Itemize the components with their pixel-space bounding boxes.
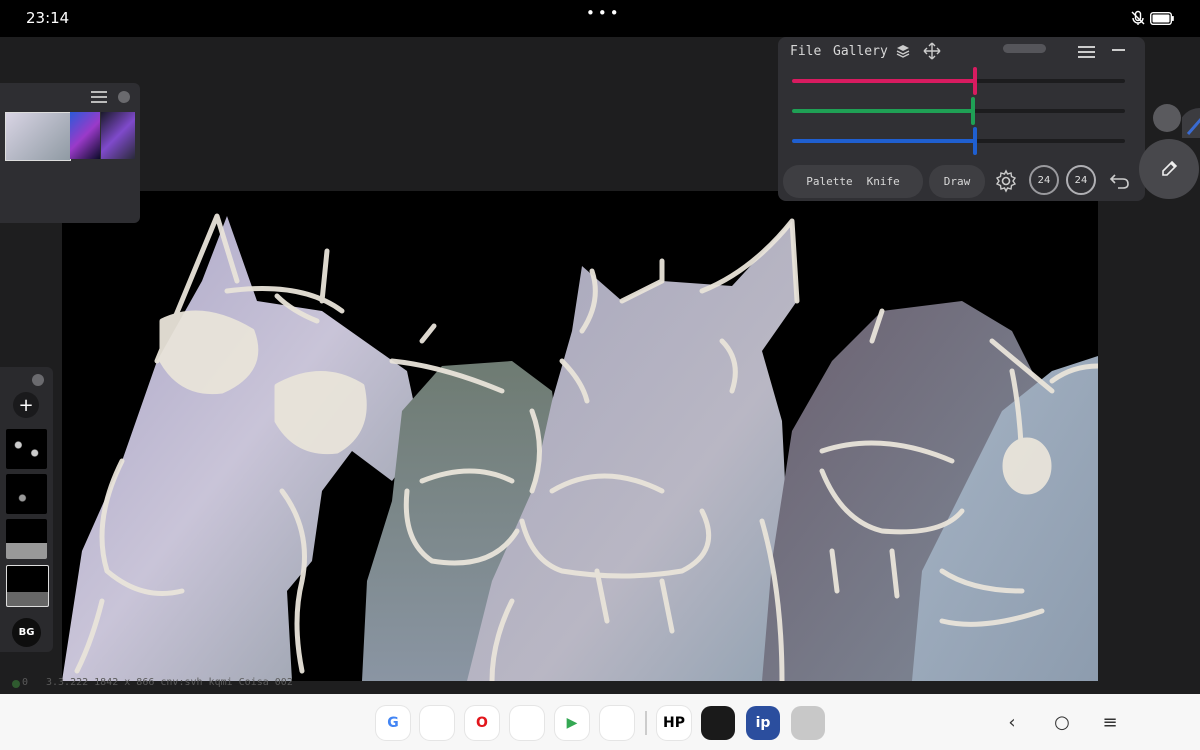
palette-label[interactable]: Palette [806, 175, 852, 188]
minimize-icon[interactable] [1112, 49, 1126, 53]
dock-app-photos[interactable] [600, 706, 634, 740]
settings-gear-icon[interactable] [994, 169, 1018, 193]
green-slider[interactable] [792, 97, 1125, 125]
pen-icon[interactable] [1182, 108, 1200, 138]
panel-dot-icon[interactable] [118, 91, 130, 103]
opacity-dial[interactable]: 24 [1066, 165, 1096, 195]
gallery-menu[interactable]: Gallery [833, 44, 888, 59]
layer-thumb-1[interactable] [6, 429, 47, 469]
brush-size-dial[interactable]: 24 [1029, 165, 1059, 195]
more-dots-icon[interactable]: ••• [586, 4, 622, 22]
file-menu[interactable]: File [790, 44, 821, 59]
recents-button[interactable]: ≡ [1098, 710, 1122, 734]
back-button[interactable]: ‹ [1000, 710, 1024, 734]
layers-panel: + [0, 367, 53, 652]
draw-button[interactable]: Draw [929, 165, 985, 198]
battery-icon [1150, 12, 1174, 25]
layer-thumb-2[interactable] [6, 474, 47, 514]
dock-app-sketch[interactable] [701, 706, 735, 740]
dock-app-messages[interactable] [420, 706, 454, 740]
gallery-thumb-2[interactable] [70, 112, 100, 159]
add-layer-button[interactable]: + [13, 392, 39, 418]
dock-app-ibispaint[interactable]: ip [746, 706, 780, 740]
layer-count: 0 [22, 677, 29, 688]
dock-app-google[interactable]: G [376, 706, 410, 740]
status-dot-icon [12, 680, 20, 688]
info-bar: 0 3.3.222 1842 x 866 cnv:svh kqmi Coisa … [0, 676, 1200, 694]
hamburger-menu-icon[interactable] [91, 90, 109, 104]
canvas-info-text: 3.3.222 1842 x 866 cnv:svh kqmi Coisa 00… [46, 677, 293, 688]
dock-app-play-store[interactable]: ▶ [555, 706, 589, 740]
dock-app-hp[interactable]: HP [657, 706, 691, 740]
mic-off-icon [1131, 10, 1145, 25]
drag-handle[interactable] [1003, 44, 1046, 53]
hamburger-menu-icon[interactable] [1078, 45, 1096, 59]
dock-divider [645, 711, 647, 735]
palette-knife-button[interactable]: Palette Knife [783, 165, 923, 198]
eyedropper-icon[interactable] [1159, 159, 1179, 179]
horse-sketch [62, 213, 1098, 681]
clock: 23:14 [26, 9, 70, 27]
blue-slider[interactable] [792, 127, 1125, 155]
red-slider[interactable] [792, 67, 1125, 95]
bg-layer-button[interactable]: BG [12, 618, 41, 647]
dock-app-opera[interactable]: O [465, 706, 499, 740]
gallery-panel [0, 83, 140, 223]
dock-app-assistant[interactable] [510, 706, 544, 740]
layer-thumb-4[interactable] [6, 565, 49, 607]
move-icon[interactable] [923, 42, 941, 60]
home-button[interactable]: ○ [1050, 710, 1074, 734]
undo-icon[interactable] [1108, 171, 1130, 191]
gallery-thumb-3[interactable] [101, 112, 135, 159]
current-color-swatch[interactable] [1153, 104, 1181, 132]
layers-dot-icon[interactable] [32, 374, 44, 386]
status-bar: 23:14 ••• [0, 0, 1200, 37]
layers-icon[interactable] [895, 43, 911, 59]
gallery-thumb-1[interactable] [5, 112, 71, 161]
layer-thumb-3[interactable] [6, 519, 47, 559]
drawing-canvas[interactable] [62, 191, 1098, 681]
dock-app-app-drawer[interactable] [791, 706, 825, 740]
knife-label[interactable]: Knife [867, 175, 900, 188]
